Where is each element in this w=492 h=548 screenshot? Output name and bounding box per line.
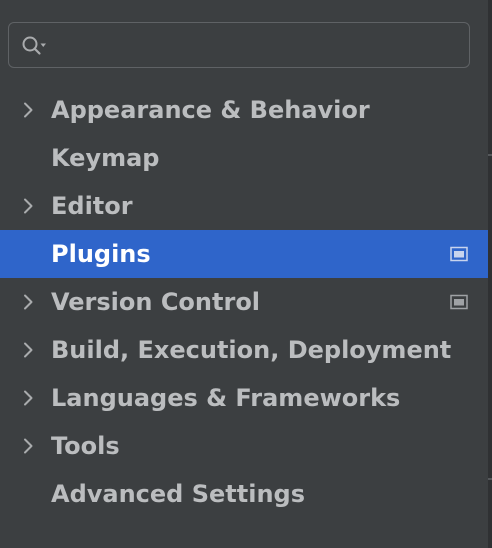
settings-tree: Appearance & Behavior Keymap Editor Plugins… (0, 86, 488, 518)
tree-item-plugins[interactable]: Plugins (0, 230, 488, 278)
chevron-right-icon[interactable] (18, 388, 38, 408)
tree-item-label: Build, Execution, Deployment (51, 336, 452, 364)
splitter[interactable] (488, 0, 492, 548)
tree-item-appearance-and-behavior[interactable]: Appearance & Behavior (0, 86, 488, 134)
tree-item-version-control[interactable]: Version Control (0, 278, 488, 326)
tree-item-label: Version Control (51, 288, 261, 316)
tree-item-label: Keymap (51, 144, 160, 172)
tree-item-label: Advanced Settings (51, 480, 306, 508)
search-input[interactable] (53, 31, 453, 59)
tree-item-label: Languages & Frameworks (51, 384, 401, 412)
tree-item-keymap[interactable]: Keymap (0, 134, 488, 182)
tree-item-tools[interactable]: Tools (0, 422, 488, 470)
chevron-right-icon[interactable] (18, 100, 38, 120)
chevron-right-icon[interactable] (18, 340, 38, 360)
splitter-tick (488, 154, 492, 156)
tree-item-advanced-settings[interactable]: Advanced Settings (0, 470, 488, 518)
search-icon[interactable] (21, 35, 47, 57)
tree-item-label: Appearance & Behavior (51, 96, 370, 124)
tree-item-languages-and-frameworks[interactable]: Languages & Frameworks (0, 374, 488, 422)
tree-item-label: Tools (51, 432, 120, 460)
splitter-tick (488, 478, 492, 480)
tree-item-label: Plugins (51, 240, 151, 268)
tree-item-editor[interactable]: Editor (0, 182, 488, 230)
project-level-settings-icon (450, 294, 468, 310)
chevron-right-icon[interactable] (18, 436, 38, 456)
tree-item-label: Editor (51, 192, 133, 220)
chevron-right-icon[interactable] (18, 196, 38, 216)
tree-item-build-execution-deployment[interactable]: Build, Execution, Deployment (0, 326, 488, 374)
project-level-settings-icon (450, 246, 468, 262)
chevron-right-icon[interactable] (18, 292, 38, 312)
search-box[interactable] (8, 22, 470, 68)
